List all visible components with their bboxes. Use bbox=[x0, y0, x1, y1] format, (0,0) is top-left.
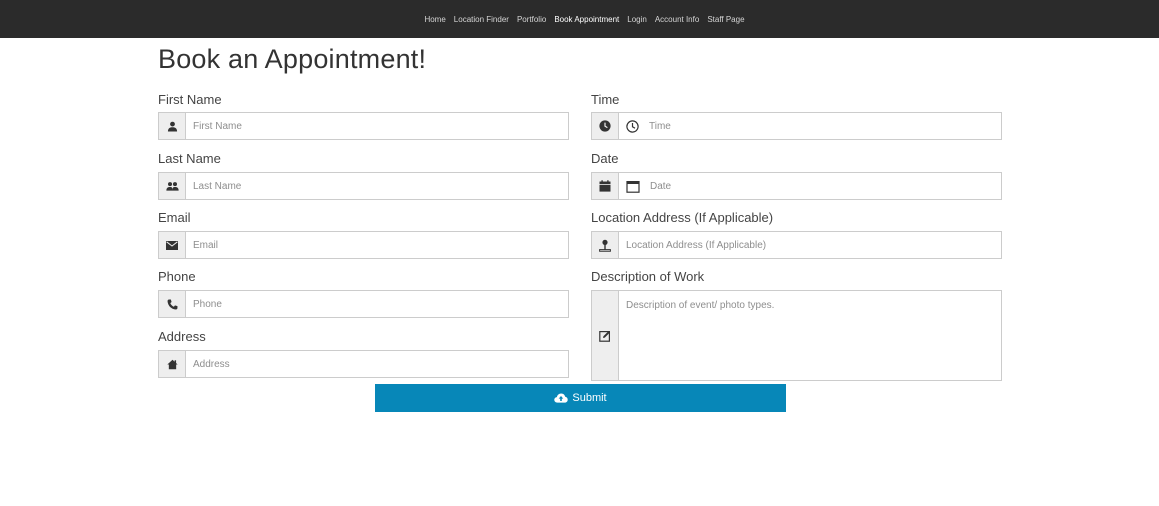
clock-outline-icon bbox=[626, 119, 639, 133]
first-name-field[interactable]: First Name bbox=[158, 112, 569, 140]
email-label: Email bbox=[158, 210, 191, 225]
nav-login[interactable]: Login bbox=[627, 15, 647, 24]
nav-account-info[interactable]: Account Info bbox=[655, 15, 699, 24]
address-field[interactable]: Address bbox=[158, 350, 569, 378]
time-input[interactable]: Time bbox=[619, 113, 1001, 139]
time-field[interactable]: Time bbox=[591, 112, 1002, 140]
description-field[interactable]: Description of event/ photo types. bbox=[591, 290, 1002, 381]
date-input[interactable]: Date bbox=[619, 173, 1001, 199]
nav-links: Home Location Finder Portfolio Book Appo… bbox=[424, 15, 744, 24]
top-navbar: Home Location Finder Portfolio Book Appo… bbox=[0, 0, 1159, 38]
user-icon bbox=[167, 121, 178, 132]
nav-home[interactable]: Home bbox=[424, 15, 445, 24]
cloud-upload-icon bbox=[554, 393, 569, 403]
last-name-addon bbox=[159, 173, 186, 199]
location-address-input[interactable]: Location Address (If Applicable) bbox=[619, 232, 1001, 258]
address-label: Address bbox=[158, 329, 206, 344]
address-input[interactable]: Address bbox=[186, 351, 568, 377]
phone-label: Phone bbox=[158, 269, 196, 284]
clock-icon bbox=[599, 120, 611, 132]
phone-icon bbox=[167, 299, 178, 310]
nav-book-appointment[interactable]: Book Appointment bbox=[554, 15, 619, 24]
calendar-outline-icon bbox=[626, 180, 640, 193]
nav-portfolio[interactable]: Portfolio bbox=[517, 15, 546, 24]
first-name-input[interactable]: First Name bbox=[186, 113, 568, 139]
submit-label: Submit bbox=[572, 392, 607, 404]
time-label: Time bbox=[591, 92, 620, 107]
calendar-icon bbox=[599, 180, 611, 192]
location-address-field[interactable]: Location Address (If Applicable) bbox=[591, 231, 1002, 259]
users-icon bbox=[165, 181, 179, 192]
last-name-input[interactable]: Last Name bbox=[186, 173, 568, 199]
time-placeholder: Time bbox=[649, 120, 671, 132]
edit-icon bbox=[599, 330, 611, 342]
first-name-addon bbox=[159, 113, 186, 139]
last-name-label: Last Name bbox=[158, 151, 221, 166]
date-placeholder: Date bbox=[650, 180, 672, 192]
first-name-label: First Name bbox=[158, 92, 222, 107]
date-label: Date bbox=[591, 151, 619, 166]
phone-addon bbox=[159, 291, 186, 317]
envelope-icon bbox=[166, 240, 178, 250]
map-pin-icon bbox=[599, 239, 611, 252]
email-addon bbox=[159, 232, 186, 258]
home-icon bbox=[166, 359, 178, 370]
location-address-addon bbox=[592, 232, 619, 258]
time-addon bbox=[592, 113, 619, 139]
date-field[interactable]: Date bbox=[591, 172, 1002, 200]
location-address-label: Location Address (If Applicable) bbox=[591, 210, 774, 225]
nav-staff-page[interactable]: Staff Page bbox=[707, 15, 744, 24]
page-title: Book an Appointment! bbox=[158, 44, 427, 74]
nav-location-finder[interactable]: Location Finder bbox=[454, 15, 509, 24]
description-label: Description of Work bbox=[591, 269, 705, 284]
email-input[interactable]: Email bbox=[186, 232, 568, 258]
description-textarea[interactable]: Description of event/ photo types. bbox=[619, 291, 1001, 380]
submit-button[interactable]: Submit bbox=[375, 384, 786, 412]
date-addon bbox=[592, 173, 619, 199]
last-name-field[interactable]: Last Name bbox=[158, 172, 569, 200]
phone-field[interactable]: Phone bbox=[158, 290, 569, 318]
description-addon bbox=[592, 291, 619, 380]
phone-input[interactable]: Phone bbox=[186, 291, 568, 317]
address-addon bbox=[159, 351, 186, 377]
email-field[interactable]: Email bbox=[158, 231, 569, 259]
